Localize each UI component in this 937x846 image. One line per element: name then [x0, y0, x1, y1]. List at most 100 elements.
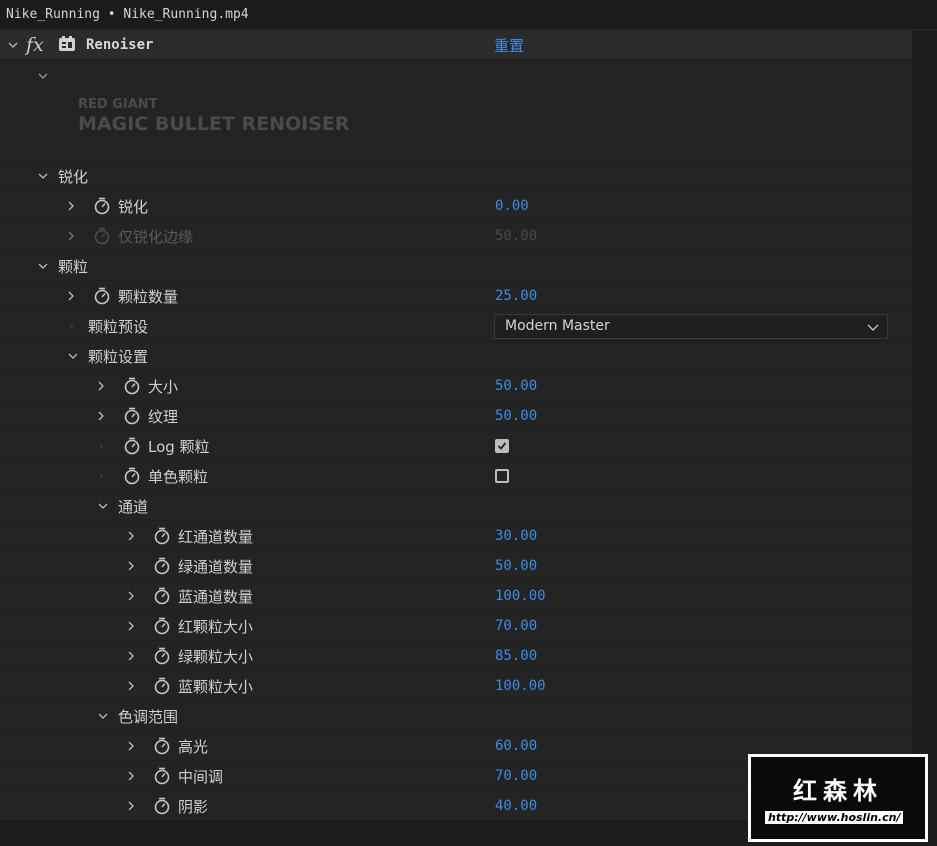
- group-label: 颗粒设置: [88, 347, 149, 366]
- param-label: 红颗粒大小: [178, 617, 254, 636]
- window-title: Nike_Running • Nike_Running.mp4: [0, 0, 937, 30]
- param-row-edges-only[interactable]: 仅锐化边缘 50.00: [0, 222, 912, 251]
- chevron-down-icon[interactable]: [68, 351, 78, 361]
- chevron-down-icon[interactable]: [8, 40, 18, 50]
- watermark-title: 红森林: [793, 777, 883, 805]
- param-row-texture[interactable]: 纹理 50.00: [0, 402, 912, 431]
- chevron-right-icon[interactable]: [126, 801, 136, 811]
- param-value[interactable]: 70.00: [495, 768, 537, 784]
- stopwatch-icon[interactable]: [153, 767, 171, 785]
- watermark-url: http://www.hoslin.cn/: [765, 811, 904, 824]
- group-grain-settings[interactable]: 颗粒设置: [0, 342, 912, 371]
- chevron-down-icon[interactable]: [38, 71, 48, 81]
- param-value[interactable]: 100.00: [495, 678, 546, 694]
- bullet-dot: [70, 325, 73, 328]
- param-row-grain-amount[interactable]: 颗粒数量 25.00: [0, 282, 912, 311]
- effect-badge-icon: [58, 35, 76, 53]
- param-label: 蓝通道数量: [178, 587, 254, 606]
- param-row-blue-amount[interactable]: 蓝通道数量 100.00: [0, 582, 912, 611]
- stopwatch-icon[interactable]: [123, 437, 141, 455]
- param-label: 颗粒预设: [88, 317, 149, 336]
- stopwatch-icon[interactable]: [153, 737, 171, 755]
- stopwatch-icon[interactable]: [153, 677, 171, 695]
- param-row-sharpen[interactable]: 锐化 0.00: [0, 192, 912, 221]
- chevron-right-icon[interactable]: [66, 201, 76, 211]
- stopwatch-icon[interactable]: [153, 587, 171, 605]
- check-icon: [497, 442, 507, 450]
- stopwatch-icon[interactable]: [93, 197, 111, 215]
- chevron-right-icon[interactable]: [126, 621, 136, 631]
- group-grain[interactable]: 颗粒: [0, 252, 912, 281]
- param-value[interactable]: 50.00: [495, 378, 537, 394]
- panel-gutter: [912, 31, 937, 846]
- param-row-log-grain[interactable]: Log 颗粒: [0, 432, 912, 461]
- stopwatch-icon[interactable]: [153, 617, 171, 635]
- stopwatch-icon[interactable]: [123, 407, 141, 425]
- param-label: 仅锐化边缘: [118, 227, 194, 246]
- chevron-down-icon[interactable]: [98, 711, 108, 721]
- chevron-down-icon[interactable]: [38, 171, 48, 181]
- param-row-red-size[interactable]: 红颗粒大小 70.00: [0, 612, 912, 641]
- param-value[interactable]: 30.00: [495, 528, 537, 544]
- chevron-right-icon[interactable]: [126, 561, 136, 571]
- param-row-size[interactable]: 大小 50.00: [0, 372, 912, 401]
- chevron-right-icon[interactable]: [126, 741, 136, 751]
- stopwatch-icon[interactable]: [153, 797, 171, 815]
- fx-icon[interactable]: fx: [26, 34, 44, 56]
- chevron-right-icon[interactable]: [66, 231, 76, 241]
- chevron-right-icon[interactable]: [126, 771, 136, 781]
- stopwatch-icon[interactable]: [153, 647, 171, 665]
- param-row-green-size[interactable]: 绿颗粒大小 85.00: [0, 642, 912, 671]
- param-label: Log 颗粒: [148, 437, 210, 456]
- param-value[interactable]: 40.00: [495, 798, 537, 814]
- mono-grain-checkbox[interactable]: [495, 469, 509, 483]
- param-row-grain-preset[interactable]: 颗粒预设 Modern Master: [0, 312, 912, 341]
- param-row-red-amount[interactable]: 红通道数量 30.00: [0, 522, 912, 551]
- param-value[interactable]: 25.00: [495, 288, 537, 304]
- chevron-right-icon[interactable]: [126, 651, 136, 661]
- param-row-blue-size[interactable]: 蓝颗粒大小 100.00: [0, 672, 912, 701]
- group-sharpen[interactable]: 锐化: [0, 162, 912, 191]
- param-label: 红通道数量: [178, 527, 254, 546]
- effect-header-row[interactable]: fx Renoiser 重置: [0, 31, 912, 60]
- log-grain-checkbox[interactable]: [495, 439, 509, 453]
- stopwatch-icon[interactable]: [153, 557, 171, 575]
- chevron-right-icon[interactable]: [126, 681, 136, 691]
- param-label: 大小: [148, 377, 179, 396]
- bullet-dot: [100, 475, 103, 478]
- param-value[interactable]: 100.00: [495, 588, 546, 604]
- stopwatch-icon[interactable]: [123, 377, 141, 395]
- chevron-down-icon[interactable]: [38, 261, 48, 271]
- param-value[interactable]: 50.00: [495, 558, 537, 574]
- param-value[interactable]: 50.00: [495, 408, 537, 424]
- param-label: 高光: [178, 737, 209, 756]
- grain-preset-dropdown[interactable]: Modern Master: [494, 314, 888, 339]
- group-tonal-range[interactable]: 色调范围: [0, 702, 912, 731]
- param-label: 绿通道数量: [178, 557, 254, 576]
- param-label: 锐化: [118, 197, 149, 216]
- chevron-right-icon[interactable]: [126, 531, 136, 541]
- stopwatch-icon[interactable]: [153, 527, 171, 545]
- reset-button[interactable]: 重置: [494, 35, 524, 56]
- param-row-green-amount[interactable]: 绿通道数量 50.00: [0, 552, 912, 581]
- stopwatch-icon[interactable]: [123, 467, 141, 485]
- group-label: 通道: [118, 497, 149, 516]
- chevron-right-icon[interactable]: [96, 411, 106, 421]
- chevron-right-icon[interactable]: [96, 381, 106, 391]
- group-label: 颗粒: [58, 257, 89, 276]
- chevron-down-icon[interactable]: [98, 501, 108, 511]
- param-value[interactable]: 60.00: [495, 738, 537, 754]
- group-label: 色调范围: [118, 707, 179, 726]
- param-label: 单色颗粒: [148, 467, 209, 486]
- chevron-right-icon[interactable]: [66, 291, 76, 301]
- param-label: 绿颗粒大小: [178, 647, 254, 666]
- group-channels[interactable]: 通道: [0, 492, 912, 521]
- stopwatch-icon[interactable]: [93, 287, 111, 305]
- param-value[interactable]: 0.00: [495, 198, 529, 214]
- param-value[interactable]: 85.00: [495, 648, 537, 664]
- param-row-mono-grain[interactable]: 单色颗粒: [0, 462, 912, 491]
- chevron-right-icon[interactable]: [126, 591, 136, 601]
- param-label: 阴影: [178, 797, 209, 816]
- effect-name: Renoiser: [86, 37, 154, 53]
- param-value[interactable]: 70.00: [495, 618, 537, 634]
